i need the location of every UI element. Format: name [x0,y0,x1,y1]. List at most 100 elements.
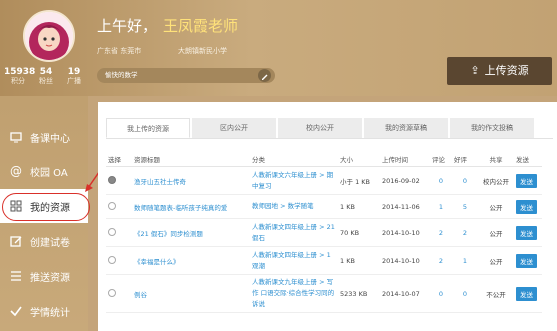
greeting-label: 上午好， [97,17,158,35]
stats-bar: 15938 积分 54 粉丝 19 广播 [4,67,88,86]
edit-icon [10,235,22,247]
table-row: 渔牙山五社士传奇 人教新课文六年级上册 > 期中复习 小于 1 KB 2016-… [106,166,542,195]
radio-button[interactable] [108,227,116,236]
list-icon [10,270,22,282]
location-text: 广东省 东莞市 [97,47,142,55]
table-row: 数师随笔题表-临听孩子纯真的爱 教师园地 > 数学随笔 1 KB 2014-11… [106,194,542,219]
column-header: 资源标题 [132,152,250,167]
like-count[interactable]: 0 [452,166,478,195]
file-size: 5233 KB [338,274,380,313]
row-select[interactable] [106,274,132,313]
motto-field[interactable]: 愉快的数学 [97,68,275,83]
sidebar-item-label: 学情统计 [30,307,70,319]
sidebar-item-campus-oa[interactable]: @ 校园 OA [0,154,88,188]
sidebar-item-label: 备课中心 [30,133,70,145]
resource-title-link[interactable]: 《21 假石》同步检测题 [132,218,250,247]
stat-value: 19 [67,67,81,77]
upload-date: 2014-10-10 [380,246,430,275]
resource-title-link[interactable]: 《幸福是什么》 [132,246,250,275]
chalkboard-icon [10,131,22,143]
stat-label: 积分 [11,77,25,85]
category-link[interactable]: 人教新课文四年级上册 > 1观潮 [250,246,338,275]
like-count[interactable]: 5 [452,194,478,219]
resource-title-link[interactable]: 例谷 [132,274,250,313]
stat-label: 粉丝 [39,77,53,85]
profile-header: 上午好， 王凤霞老师 广东省 东莞市 大朗镇新民小学 15938 积分 54 粉丝 1… [0,0,557,96]
check-icon [10,305,22,317]
column-header: 选择 [106,152,132,167]
stat-points[interactable]: 15938 积分 [4,67,36,86]
file-size: 1 KB [338,246,380,275]
send-button[interactable]: 发送 [516,286,537,301]
send-button[interactable]: 发送 [516,173,537,188]
tab-my-uploads[interactable]: 我上传的资源 [106,118,190,138]
file-size: 70 KB [338,218,380,247]
teacher-name: 王凤霞老师 [163,17,239,35]
category-link[interactable]: 教师园地 > 数学随笔 [250,194,338,219]
file-size: 1 KB [338,194,380,219]
stat-value: 15938 [4,67,36,77]
resource-panel: 我上传的资源 区内公开 校内公开 我的资源草稿 我的作文投稿 选择 资源标题 分… [98,102,557,331]
sidebar-item-learning-stats[interactable]: 学情统计 [0,294,88,328]
radio-button[interactable] [108,175,116,184]
tab-essay-submissions[interactable]: 我的作文投稿 [450,118,534,138]
row-select[interactable] [106,218,132,247]
comment-count[interactable]: 2 [430,218,452,247]
send-button[interactable]: 发送 [516,199,537,214]
category-link[interactable]: 人教新课文九年级上册 > 写作 口语交际·综合性学习同的诉说 [250,274,338,313]
radio-button[interactable] [108,201,116,210]
radio-button[interactable] [108,288,116,297]
resource-tabs: 我上传的资源 区内公开 校内公开 我的资源草稿 我的作文投稿 [106,118,553,139]
column-header: 发送 [514,152,542,167]
edit-motto-icon[interactable] [258,69,271,82]
tab-district-public[interactable]: 区内公开 [192,118,276,138]
row-select[interactable] [106,166,132,195]
avatar-image [25,12,73,60]
share-status: 公开 [478,246,514,275]
upload-date: 2014-11-06 [380,194,430,219]
like-count[interactable]: 0 [452,274,478,313]
row-select[interactable] [106,194,132,219]
column-header: 共享 [478,152,514,167]
comment-count[interactable]: 1 [430,194,452,219]
stat-fans[interactable]: 54 粉丝 [32,67,60,86]
comment-count[interactable]: 2 [430,246,452,275]
row-select[interactable] [106,246,132,275]
stat-broadcast[interactable]: 19 广播 [60,67,88,86]
sidebar-item-create-exam[interactable]: 创建试卷 [0,224,88,258]
comment-count[interactable]: 0 [430,274,452,313]
resource-title-link[interactable]: 数师随笔题表-临听孩子纯真的爱 [132,194,250,219]
sidebar-item-label: 推送资源 [30,272,70,284]
resource-table: 选择 资源标题 分类 大小 上传时间 评论 好评 共享 发送 渔牙山五社士传奇 … [106,152,542,313]
like-count[interactable]: 1 [452,246,478,275]
sidebar-item-push-resources[interactable]: 推送资源 [0,259,88,293]
tab-drafts[interactable]: 我的资源草稿 [364,118,448,138]
send-button[interactable]: 发送 [516,225,537,240]
send-button[interactable]: 发送 [516,253,537,268]
table-row: 例谷 人教新课文九年级上册 > 写作 口语交际·综合性学习同的诉说 5233 K… [106,274,542,313]
share-status: 公开 [478,218,514,247]
comment-count[interactable]: 0 [430,166,452,195]
sidebar-item-lesson-prep[interactable]: 备课中心 [0,120,88,154]
stat-label: 广播 [67,77,81,85]
avatar[interactable] [23,10,75,62]
table-row: 《21 假石》同步检测题 人教新课文四年级上册 > 21假石 70 KB 201… [106,218,542,247]
resource-title-link[interactable]: 渔牙山五社士传奇 [132,166,250,195]
upload-label: 上传资源 [484,64,529,77]
category-link[interactable]: 人教新课文四年级上册 > 21假石 [250,218,338,247]
share-status: 校内公开 [478,166,514,195]
category-link[interactable]: 人教新课文六年级上册 > 期中复习 [250,166,338,195]
table-header-row: 选择 资源标题 分类 大小 上传时间 评论 好评 共享 发送 [106,152,542,167]
upload-date: 2016-09-02 [380,166,430,195]
upload-resource-button[interactable]: ⇪ 上传资源 [447,57,552,85]
radio-button[interactable] [108,255,116,264]
share-status: 不公开 [478,274,514,313]
column-header: 上传时间 [380,152,430,167]
like-count[interactable]: 2 [452,218,478,247]
sidebar-item-label: 创建试卷 [30,237,70,249]
upload-date: 2014-10-07 [380,274,430,313]
upload-date: 2014-10-10 [380,218,430,247]
tab-school-public[interactable]: 校内公开 [278,118,362,138]
highlight-circle [2,193,90,221]
table-row: 《幸福是什么》 人教新课文四年级上册 > 1观潮 1 KB 2014-10-10… [106,246,542,275]
